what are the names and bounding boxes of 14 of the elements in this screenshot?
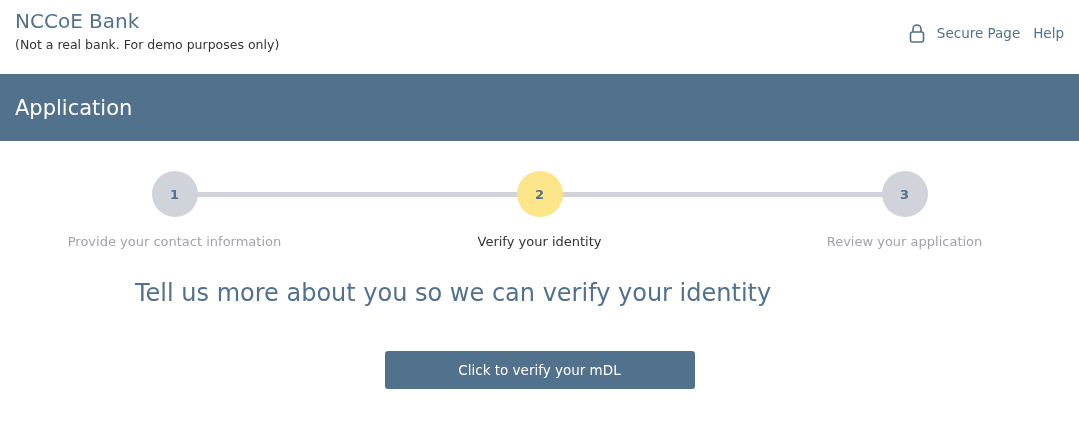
bank-name: NCCoE Bank: [15, 9, 141, 33]
step-number: 2: [516, 171, 563, 217]
step-number: 1: [151, 171, 198, 217]
page-heading: Tell us more about you so we can verify your identity: [135, 279, 773, 307]
secure-page-label: Secure Page: [936, 25, 1021, 41]
step-label: Provide your contact information: [67, 234, 282, 249]
step-number: 3: [881, 171, 928, 217]
help-link[interactable]: Help: [1033, 25, 1064, 41]
lock-icon: [908, 23, 925, 43]
step-label: Review your application: [826, 234, 983, 249]
step-label: Verify your identity: [477, 234, 602, 249]
banner-title: Application: [15, 95, 133, 120]
disclaimer: (Not a real bank. For demo purposes only): [15, 37, 280, 52]
verify-mdl-button[interactable]: Click to verify your mDL: [384, 351, 695, 389]
